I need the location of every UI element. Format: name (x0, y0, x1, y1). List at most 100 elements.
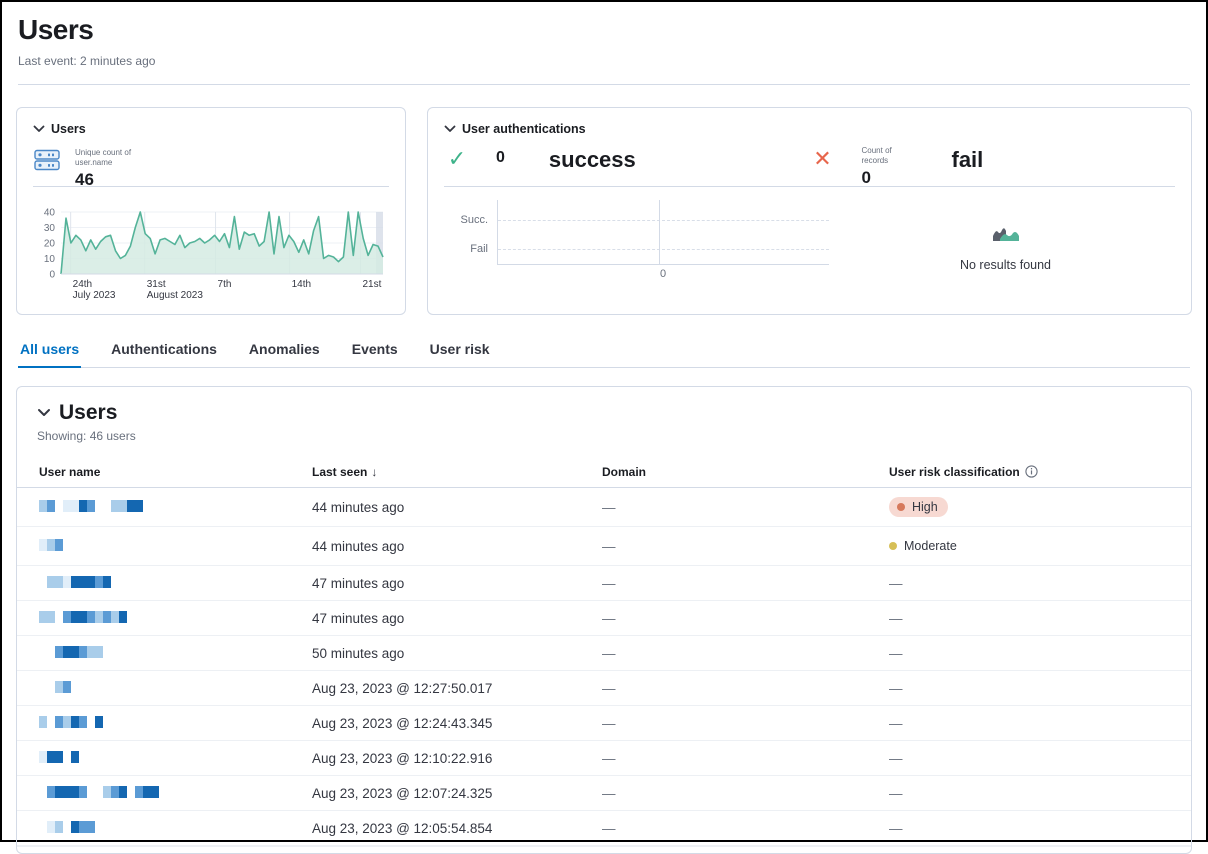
panel-divider (444, 186, 1175, 187)
svg-text:7th: 7th (218, 279, 232, 290)
users-area-chart: 01020304024thJuly 202331stAugust 20237th… (27, 204, 395, 304)
metric-label: Unique count of user.name (75, 148, 143, 168)
last-seen-cell: Aug 23, 2023 @ 12:05:54.854 (304, 811, 594, 846)
risk-cell: Moderate (881, 527, 1191, 566)
domain-cell: — (594, 671, 881, 706)
redacted-user-name-link[interactable] (39, 538, 63, 552)
risk-dot-icon (889, 542, 897, 550)
chevron-down-icon (37, 404, 51, 422)
domain-cell: — (594, 636, 881, 671)
redacted-user-name-link[interactable] (39, 575, 111, 589)
auth-plot-grid (497, 200, 829, 265)
users-table: User name Last seen↓ Domain User risk cl… (17, 457, 1191, 846)
tab-anomalies[interactable]: Anomalies (247, 337, 322, 367)
table-row: 44 minutes ago— Moderate (17, 527, 1191, 566)
redacted-user-name-link[interactable] (39, 785, 159, 799)
users-table-panel: Users Showing: 46 users User name Last s… (16, 386, 1192, 854)
domain-cell: — (594, 566, 881, 601)
table-row: 50 minutes ago—— (17, 636, 1191, 671)
users-table-title: Users (59, 401, 117, 425)
svg-text:0: 0 (49, 270, 55, 281)
last-seen-cell: Aug 23, 2023 @ 12:24:43.345 (304, 706, 594, 741)
risk-dot-icon (897, 503, 905, 511)
auth-empty-state: No results found (836, 200, 1175, 304)
empty-chart-icon (991, 224, 1021, 249)
svg-text:July 2023: July 2023 (73, 290, 116, 301)
success-label: success (549, 147, 636, 173)
auth-chart-area: Succ. Fail 0 No results found (444, 200, 1175, 304)
unique-users-metric: Unique count of user.name 46 (75, 148, 143, 190)
auth-panel-toggle[interactable]: User authentications (444, 122, 1175, 136)
domain-cell: — (594, 601, 881, 636)
header-divider (18, 84, 1190, 85)
last-seen-cell: Aug 23, 2023 @ 12:10:22.916 (304, 741, 594, 776)
risk-cell: High (881, 488, 1191, 527)
last-event-text: Last event: 2 minutes ago (18, 54, 1190, 68)
user-authentications-panel: User authentications ✓ 0 success ✕ Count… (427, 107, 1192, 315)
svg-text:10: 10 (44, 254, 56, 265)
table-head-block: Users Showing: 46 users (17, 387, 1191, 443)
chevron-down-icon (444, 125, 456, 133)
users-panel-title: Users (51, 122, 86, 136)
gridline (498, 249, 829, 250)
users-panel-toggle[interactable]: Users (33, 122, 389, 136)
risk-cell: — (881, 566, 1191, 601)
auth-empty-plot: Succ. Fail 0 (444, 200, 836, 304)
x-icon: ✕ (810, 146, 836, 172)
risk-badge: Moderate (889, 536, 967, 556)
domain-cell: — (594, 776, 881, 811)
risk-cell: — (881, 811, 1191, 846)
redacted-user-name-link[interactable] (39, 715, 103, 729)
zero-tick-line (659, 200, 660, 264)
axis-label-success: Succ. (444, 214, 488, 226)
table-row: Aug 23, 2023 @ 12:05:54.854—— (17, 811, 1191, 846)
risk-cell: — (881, 601, 1191, 636)
svg-text:21st: 21st (362, 279, 381, 290)
tab-all-users[interactable]: All users (18, 337, 81, 367)
risk-cell: — (881, 741, 1191, 776)
tab-events[interactable]: Events (350, 337, 400, 367)
panel-divider (33, 186, 389, 187)
metric-value: 46 (75, 170, 143, 190)
users-dashboard-page: { "header": { "title": "Users", "last_ev… (0, 0, 1208, 842)
domain-cell: — (594, 527, 881, 566)
tab-authentications[interactable]: Authentications (109, 337, 219, 367)
gridline (498, 220, 829, 221)
table-row: Aug 23, 2023 @ 12:07:24.325—— (17, 776, 1191, 811)
tab-user-risk[interactable]: User risk (428, 337, 492, 367)
redacted-user-name-link[interactable] (39, 750, 79, 764)
fail-metric-label: Count of records (862, 146, 908, 166)
last-seen-cell: 44 minutes ago (304, 527, 594, 566)
redacted-user-name-link[interactable] (39, 610, 127, 624)
risk-cell: — (881, 776, 1191, 811)
info-icon[interactable] (1025, 465, 1038, 478)
last-seen-cell: Aug 23, 2023 @ 12:07:24.325 (304, 776, 594, 811)
risk-cell: — (881, 636, 1191, 671)
users-table-toggle[interactable]: Users (37, 401, 1171, 425)
redacted-user-name-link[interactable] (39, 645, 103, 659)
page-title: Users (18, 14, 1190, 46)
last-seen-cell: 50 minutes ago (304, 636, 594, 671)
svg-text:14th: 14th (292, 279, 311, 290)
auth-fail-kpi: ✕ Count of records 0 fail (810, 146, 1176, 188)
svg-text:24th: 24th (73, 279, 92, 290)
redacted-user-name-link[interactable] (39, 680, 71, 694)
redacted-user-name-link[interactable] (39, 499, 143, 513)
no-results-text: No results found (960, 258, 1051, 272)
check-icon: ✓ (444, 146, 470, 172)
users-kpi-panel: Users Unique count of user.name 46 0 10 20… (16, 107, 406, 315)
table-footer: Rows per page: 10 ‹ 12345 › (17, 846, 1191, 854)
redacted-user-name-link[interactable] (39, 820, 95, 834)
tabs-bar: All users Authentications Anomalies Events U… (18, 337, 1190, 368)
last-seen-cell: 47 minutes ago (304, 601, 594, 636)
auth-panel-title: User authentications (462, 122, 586, 136)
col-header-last-seen[interactable]: Last seen↓ (304, 457, 594, 488)
domain-cell: — (594, 706, 881, 741)
axis-label-fail: Fail (444, 243, 488, 255)
kpi-panels-row: Users Unique count of user.name 46 0 10 20… (16, 107, 1192, 315)
svg-text:40: 40 (44, 208, 56, 219)
col-header-user-name: User name (17, 457, 304, 488)
svg-text:20: 20 (44, 239, 56, 250)
svg-text:30: 30 (44, 223, 56, 234)
risk-cell: — (881, 706, 1191, 741)
